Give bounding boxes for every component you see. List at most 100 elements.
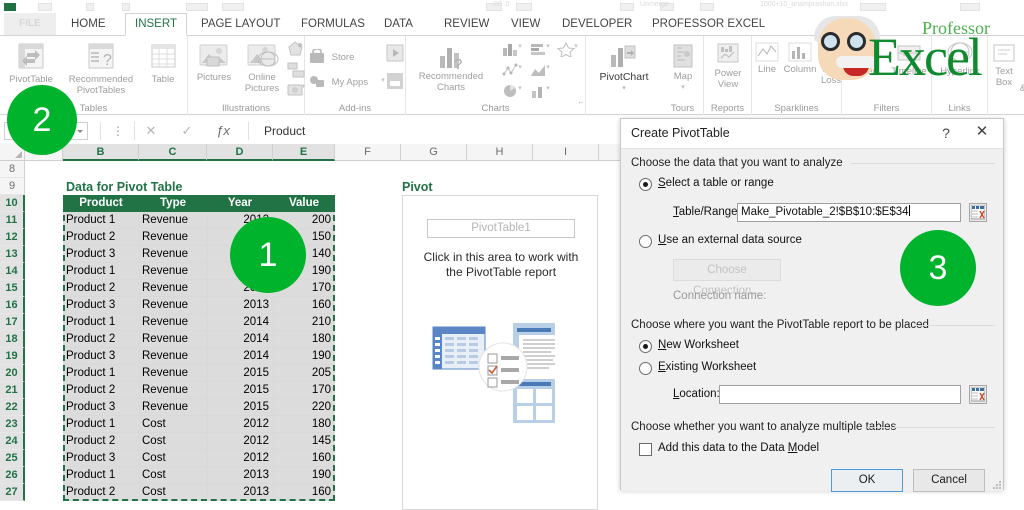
- row-header-20[interactable]: 20: [0, 365, 25, 382]
- cell-type-row-27[interactable]: Cost: [139, 484, 207, 501]
- cell-type-row-12[interactable]: Revenue: [139, 229, 207, 246]
- cell-type-row-14[interactable]: Revenue: [139, 263, 207, 280]
- confirm-entry-icon[interactable]: ✓: [176, 122, 198, 140]
- cell-type-row-25[interactable]: Cost: [139, 450, 207, 467]
- cell-type-row-16[interactable]: Revenue: [139, 297, 207, 314]
- tab-view[interactable]: VIEW: [502, 13, 549, 35]
- cell-type-row-13[interactable]: Revenue: [139, 246, 207, 263]
- row-header-27[interactable]: 27: [0, 484, 25, 501]
- cell-value-row-24[interactable]: 145: [273, 433, 335, 450]
- column-chart-dropdown-arrow[interactable]: ▾: [516, 42, 524, 53]
- cell-value-row-17[interactable]: 210: [273, 314, 335, 331]
- cell-product-row-13[interactable]: Product 3: [63, 246, 139, 263]
- cell-product-row-11[interactable]: Product 1: [63, 212, 139, 229]
- cell-value-row-16[interactable]: 160: [273, 297, 335, 314]
- location-input[interactable]: [719, 385, 961, 404]
- tab-data[interactable]: DATA: [375, 13, 422, 35]
- row-header-13[interactable]: 13: [0, 246, 25, 263]
- insert-pivotchart-button[interactable]: Recommended Charts PivotChart ▾: [586, 42, 662, 94]
- insert-pivottable-button[interactable]: PivotTable: [0, 41, 62, 86]
- addin-play-button[interactable]: [385, 44, 405, 62]
- cell-product-row-21[interactable]: Product 2: [63, 382, 139, 399]
- insert-online-pictures-button[interactable]: Online Pictures: [238, 41, 286, 94]
- cell-year-row-16[interactable]: 2013: [207, 297, 273, 314]
- row-header-21[interactable]: 21: [0, 382, 25, 399]
- cell-value-row-27[interactable]: 160: [273, 484, 335, 501]
- tab-file[interactable]: FILE: [4, 13, 56, 35]
- cell-product-row-26[interactable]: Product 1: [63, 467, 139, 484]
- cell-type-row-23[interactable]: Cost: [139, 416, 207, 433]
- col-header-F[interactable]: F: [335, 144, 401, 161]
- cell-year-row-25[interactable]: 2012: [207, 450, 273, 467]
- cell-product-row-19[interactable]: Product 3: [63, 348, 139, 365]
- map-dropdown-arrow[interactable]: ▾: [662, 83, 704, 94]
- tab-insert[interactable]: INSERT: [125, 13, 187, 36]
- cell-type-row-18[interactable]: Revenue: [139, 331, 207, 348]
- formula-bar-more-icon[interactable]: ⋮: [112, 124, 124, 138]
- cell-value-row-19[interactable]: 190: [273, 348, 335, 365]
- insert-screenshot-button[interactable]: [286, 82, 306, 96]
- row-header-11[interactable]: 11: [0, 212, 25, 229]
- name-box-chevron-down-icon[interactable]: [77, 130, 83, 133]
- bar-chart-dropdown-arrow[interactable]: ▾: [544, 42, 552, 53]
- cell-product-row-16[interactable]: Product 3: [63, 297, 139, 314]
- cell-year-row-18[interactable]: 2014: [207, 331, 273, 348]
- cell-product-row-18[interactable]: Product 2: [63, 331, 139, 348]
- cell-year-row-26[interactable]: 2013: [207, 467, 273, 484]
- radio-select-table-or-range[interactable]: [639, 178, 652, 191]
- row-header-19[interactable]: 19: [0, 348, 25, 365]
- other-chart-dropdown-arrow[interactable]: ▾: [544, 84, 552, 95]
- pie-chart-dropdown-arrow[interactable]: ▾: [516, 84, 524, 95]
- col-header-E[interactable]: E: [273, 144, 335, 161]
- row-header-17[interactable]: 17: [0, 314, 25, 331]
- charts-dialog-launcher[interactable]: ⌐: [576, 98, 586, 109]
- location-picker-button[interactable]: [969, 385, 987, 404]
- cell-type-row-17[interactable]: Revenue: [139, 314, 207, 331]
- cell-type-row-24[interactable]: Cost: [139, 433, 207, 450]
- row-header-10[interactable]: 10: [0, 195, 25, 212]
- cell-product-row-20[interactable]: Product 1: [63, 365, 139, 382]
- row-header-8[interactable]: 8: [0, 161, 25, 178]
- row-header-15[interactable]: 15: [0, 280, 25, 297]
- col-header-D[interactable]: D: [207, 144, 273, 161]
- cell-year-row-22[interactable]: 2015: [207, 399, 273, 416]
- row-header-25[interactable]: 25: [0, 450, 25, 467]
- cell-product-row-12[interactable]: Product 2: [63, 229, 139, 246]
- cell-year-row-23[interactable]: 2012: [207, 416, 273, 433]
- area-chart-dropdown-arrow[interactable]: ▾: [544, 63, 552, 74]
- col-header-B[interactable]: B: [63, 144, 139, 161]
- insert-pictures-button[interactable]: Pictures: [190, 41, 238, 84]
- col-header-C[interactable]: C: [139, 144, 207, 161]
- row-header-24[interactable]: 24: [0, 433, 25, 450]
- cell-value-row-20[interactable]: 205: [273, 365, 335, 382]
- tab-page-layout[interactable]: PAGE LAYOUT: [192, 13, 289, 35]
- cell-value-row-18[interactable]: 180: [273, 331, 335, 348]
- cell-product-row-15[interactable]: Product 2: [63, 280, 139, 297]
- radio-existing-worksheet[interactable]: [639, 362, 652, 375]
- row-header-18[interactable]: 18: [0, 331, 25, 348]
- cell-value-row-26[interactable]: 190: [273, 467, 335, 484]
- store-button[interactable]: Store: [309, 48, 375, 64]
- cell-value-row-21[interactable]: 170: [273, 382, 335, 399]
- cell-year-row-20[interactable]: 2015: [207, 365, 273, 382]
- row-header-26[interactable]: 26: [0, 467, 25, 484]
- formula-input[interactable]: Product: [258, 122, 618, 140]
- cell-type-row-22[interactable]: Revenue: [139, 399, 207, 416]
- col-header-H[interactable]: H: [467, 144, 533, 161]
- cell-type-row-26[interactable]: Cost: [139, 467, 207, 484]
- col-header-G[interactable]: G: [401, 144, 467, 161]
- help-icon[interactable]: ?: [937, 125, 955, 141]
- radio-new-worksheet[interactable]: [639, 340, 652, 353]
- row-header-12[interactable]: 12: [0, 229, 25, 246]
- col-header-I[interactable]: I: [533, 144, 599, 161]
- scatter-chart-dropdown-arrow[interactable]: ▾: [516, 63, 524, 74]
- insert-power-view-button[interactable]: Power View: [704, 41, 752, 90]
- insert-function-icon[interactable]: ƒx: [212, 122, 234, 140]
- table-range-input[interactable]: Make_Pivotable_2!$B$10:$E$34: [737, 203, 961, 222]
- my-apps-button[interactable]: My Apps: [309, 74, 379, 89]
- cell-year-row-24[interactable]: 2012: [207, 433, 273, 450]
- insert-smartart-button[interactable]: [286, 62, 306, 78]
- cell-value-row-23[interactable]: 180: [273, 416, 335, 433]
- row-header-16[interactable]: 16: [0, 297, 25, 314]
- cell-product-row-24[interactable]: Product 2: [63, 433, 139, 450]
